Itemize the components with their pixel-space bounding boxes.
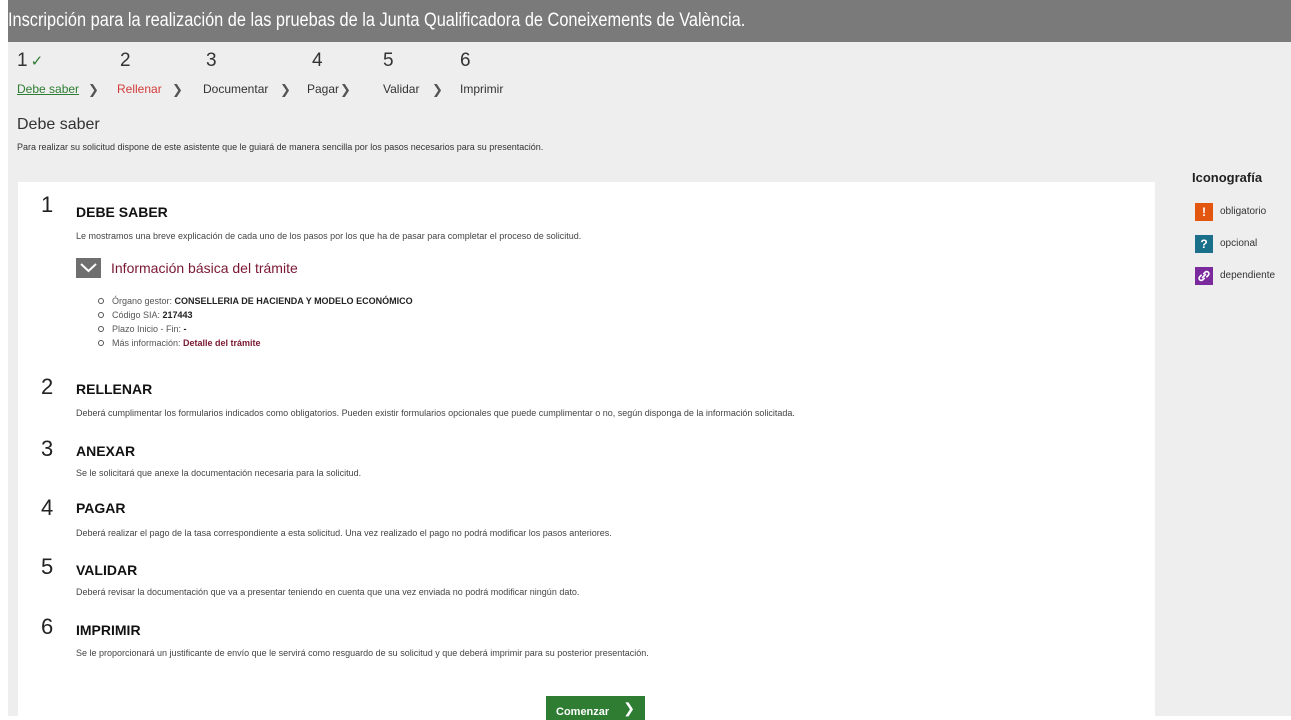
info-value: CONSELLERIA DE HACIENDA Y MODELO ECONÓMI… — [174, 296, 413, 306]
block-title-imprimir: IMPRIMIR — [76, 622, 141, 638]
step-label-documentar[interactable]: Documentar — [203, 82, 268, 96]
list-item: Más información: Detalle del trámite — [98, 336, 413, 350]
main-content-panel: 1 DEBE SABER Le mostramos una breve expl… — [18, 182, 1155, 720]
page-frame: Inscripción para la realización de las p… — [8, 0, 1291, 720]
legend-label: dependiente — [1220, 270, 1276, 281]
block-title-validar: VALIDAR — [76, 562, 138, 578]
step-5[interactable]: 5 Validar — [383, 50, 419, 96]
step-label-validar[interactable]: Validar — [383, 82, 419, 96]
step-1[interactable]: 1 ✓ Debe saber — [17, 50, 79, 96]
block-title-anexar: ANEXAR — [76, 443, 136, 459]
section-subtitle: Para realizar su solicitud dispone de es… — [17, 142, 544, 152]
link-icon — [1195, 267, 1213, 285]
list-item: Código SIA: 217443 — [98, 308, 413, 322]
chevron-down-icon — [80, 263, 97, 273]
block-number: 3 — [41, 436, 54, 461]
legend-label: obligatorio — [1220, 206, 1267, 217]
step-4[interactable]: 4 Pagar — [307, 50, 339, 96]
info-label: Órgano gestor: — [112, 296, 175, 306]
info-title[interactable]: Información básica del trámite — [111, 260, 298, 276]
step-number: 6 — [460, 50, 471, 71]
iconografia-title: Iconografía — [1192, 170, 1263, 185]
chevron-right-icon: ❯ — [623, 700, 635, 716]
step-label-imprimir[interactable]: Imprimir — [460, 82, 503, 96]
step-3[interactable]: 3 Documentar — [203, 50, 268, 96]
comenzar-label: Comenzar — [556, 706, 610, 718]
block-number: 5 — [41, 554, 54, 579]
comenzar-button[interactable]: Comenzar ❯ — [546, 696, 645, 720]
block-title-rellenar: RELLENAR — [76, 381, 153, 397]
block-number: 4 — [41, 495, 54, 520]
info-value: - — [183, 324, 187, 334]
question-icon: ? — [1195, 235, 1213, 253]
block-desc: Deberá cumplimentar los formularios indi… — [76, 408, 795, 418]
step-number: 5 — [383, 50, 394, 71]
page-title: Inscripción para la realización de las p… — [8, 10, 746, 31]
iconografia-legend: Iconografía ! obligatorio ? opcional dep… — [1192, 170, 1275, 285]
check-icon: ✓ — [30, 53, 44, 70]
block-number: 2 — [41, 374, 54, 399]
step-label-pagar[interactable]: Pagar — [307, 82, 339, 96]
block-desc: Se le proporcionará un justificante de e… — [76, 648, 649, 658]
step-number: 3 — [206, 50, 217, 71]
chevron-right-icon: ❯ — [432, 82, 443, 97]
step-label-debe-saber[interactable]: Debe saber — [17, 82, 79, 96]
step-6[interactable]: 6 Imprimir — [460, 50, 503, 96]
block-number: 1 — [41, 192, 54, 217]
list-item: Plazo Inicio - Fin: - — [98, 322, 413, 336]
block-desc: Deberá revisar la documentación que va a… — [76, 587, 580, 597]
legend-label: opcional — [1220, 238, 1258, 249]
block-desc: Se le solicitará que anexe la documentac… — [76, 468, 362, 478]
block-title-pagar: PAGAR — [76, 500, 126, 516]
block-number: 6 — [41, 614, 54, 639]
chevron-right-icon: ❯ — [340, 82, 351, 97]
info-label: Plazo Inicio - Fin: — [112, 324, 184, 334]
detalle-tramite-link[interactable]: Detalle del trámite — [183, 338, 261, 348]
step-number: 4 — [312, 50, 323, 71]
block-title-debe-saber: DEBE SABER — [76, 204, 168, 220]
info-toggle-button[interactable] — [76, 258, 101, 278]
step-label-rellenar[interactable]: Rellenar — [117, 82, 162, 96]
info-value: 217443 — [162, 310, 193, 320]
section-title: Debe saber — [17, 116, 100, 133]
block-desc: Le mostramos una breve explicación de ca… — [76, 231, 582, 241]
exclamation-icon: ! — [1195, 203, 1213, 221]
app-title-bar: Inscripción para la realización de las p… — [8, 0, 1291, 42]
chevron-right-icon: ❯ — [172, 82, 183, 97]
chevron-right-icon: ❯ — [280, 82, 291, 97]
step-number: 1 — [17, 50, 28, 71]
step-number: 2 — [120, 50, 131, 71]
list-item: Órgano gestor: CONSELLERIA DE HACIENDA Y… — [98, 294, 413, 308]
chevron-right-icon: ❯ — [88, 82, 99, 97]
info-label: Código SIA: — [112, 310, 163, 320]
step-2[interactable]: 2 Rellenar — [117, 50, 162, 96]
block-desc: Deberá realizar el pago de la tasa corre… — [76, 528, 612, 538]
info-label: Más información: — [112, 338, 184, 348]
info-list: Órgano gestor: CONSELLERIA DE HACIENDA Y… — [98, 294, 413, 350]
